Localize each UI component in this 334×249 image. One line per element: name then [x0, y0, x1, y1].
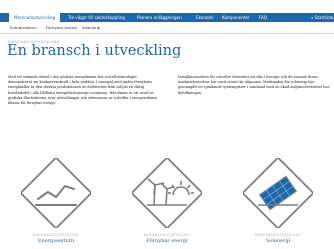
card-title[interactable]: Förnybar energi — [132, 238, 202, 244]
nav-item-startsida[interactable]: « Startsida — [311, 13, 333, 22]
card-kicker: MARKNADSUTVECKLING — [32, 233, 80, 237]
nav-item-tre-vagar[interactable]: Tre vägar till sektorkoppling — [68, 13, 125, 22]
nav-item-planera[interactable]: Planera anläggningen — [137, 13, 182, 22]
card-title[interactable]: Energisektorn — [21, 238, 91, 244]
intro-text-left: Med ett växande utbud i den globala ener… — [8, 75, 158, 106]
nav-item-komponenter[interactable]: Komponenter — [222, 13, 250, 22]
card-title[interactable]: Solenergi — [243, 238, 313, 244]
page-title: En bransch i utveckling — [7, 43, 182, 59]
line-chart-icon — [21, 158, 91, 228]
intro-text-right: Installationstalen för solceller fortsät… — [178, 75, 330, 95]
nav-item-ekonomi[interactable]: Ekonomi — [196, 13, 214, 22]
wind-turbine-sun-icon — [132, 158, 202, 228]
card-kicker: MARKNADSUTVECKLING — [143, 233, 191, 237]
sub-navigation: Energisektorn Förnybar energi Solenergi — [0, 22, 334, 34]
subnav-item-solenergi[interactable]: Solenergi — [82, 24, 100, 31]
subnav-item-fornybar[interactable]: Förnybar energi — [46, 24, 77, 31]
subnav-item-energisektorn[interactable]: Energisektorn — [10, 24, 37, 31]
nav-item-faq[interactable]: FAQ — [259, 13, 267, 22]
top-navigation: Marknadsutveckling Tre vägar till sektor… — [0, 13, 334, 22]
solar-panel-icon — [243, 158, 313, 228]
nav-item-marknadsutveckling[interactable]: Marknadsutveckling — [9, 13, 61, 22]
card-kicker: MARKNADSUTVECKLING — [254, 233, 302, 237]
